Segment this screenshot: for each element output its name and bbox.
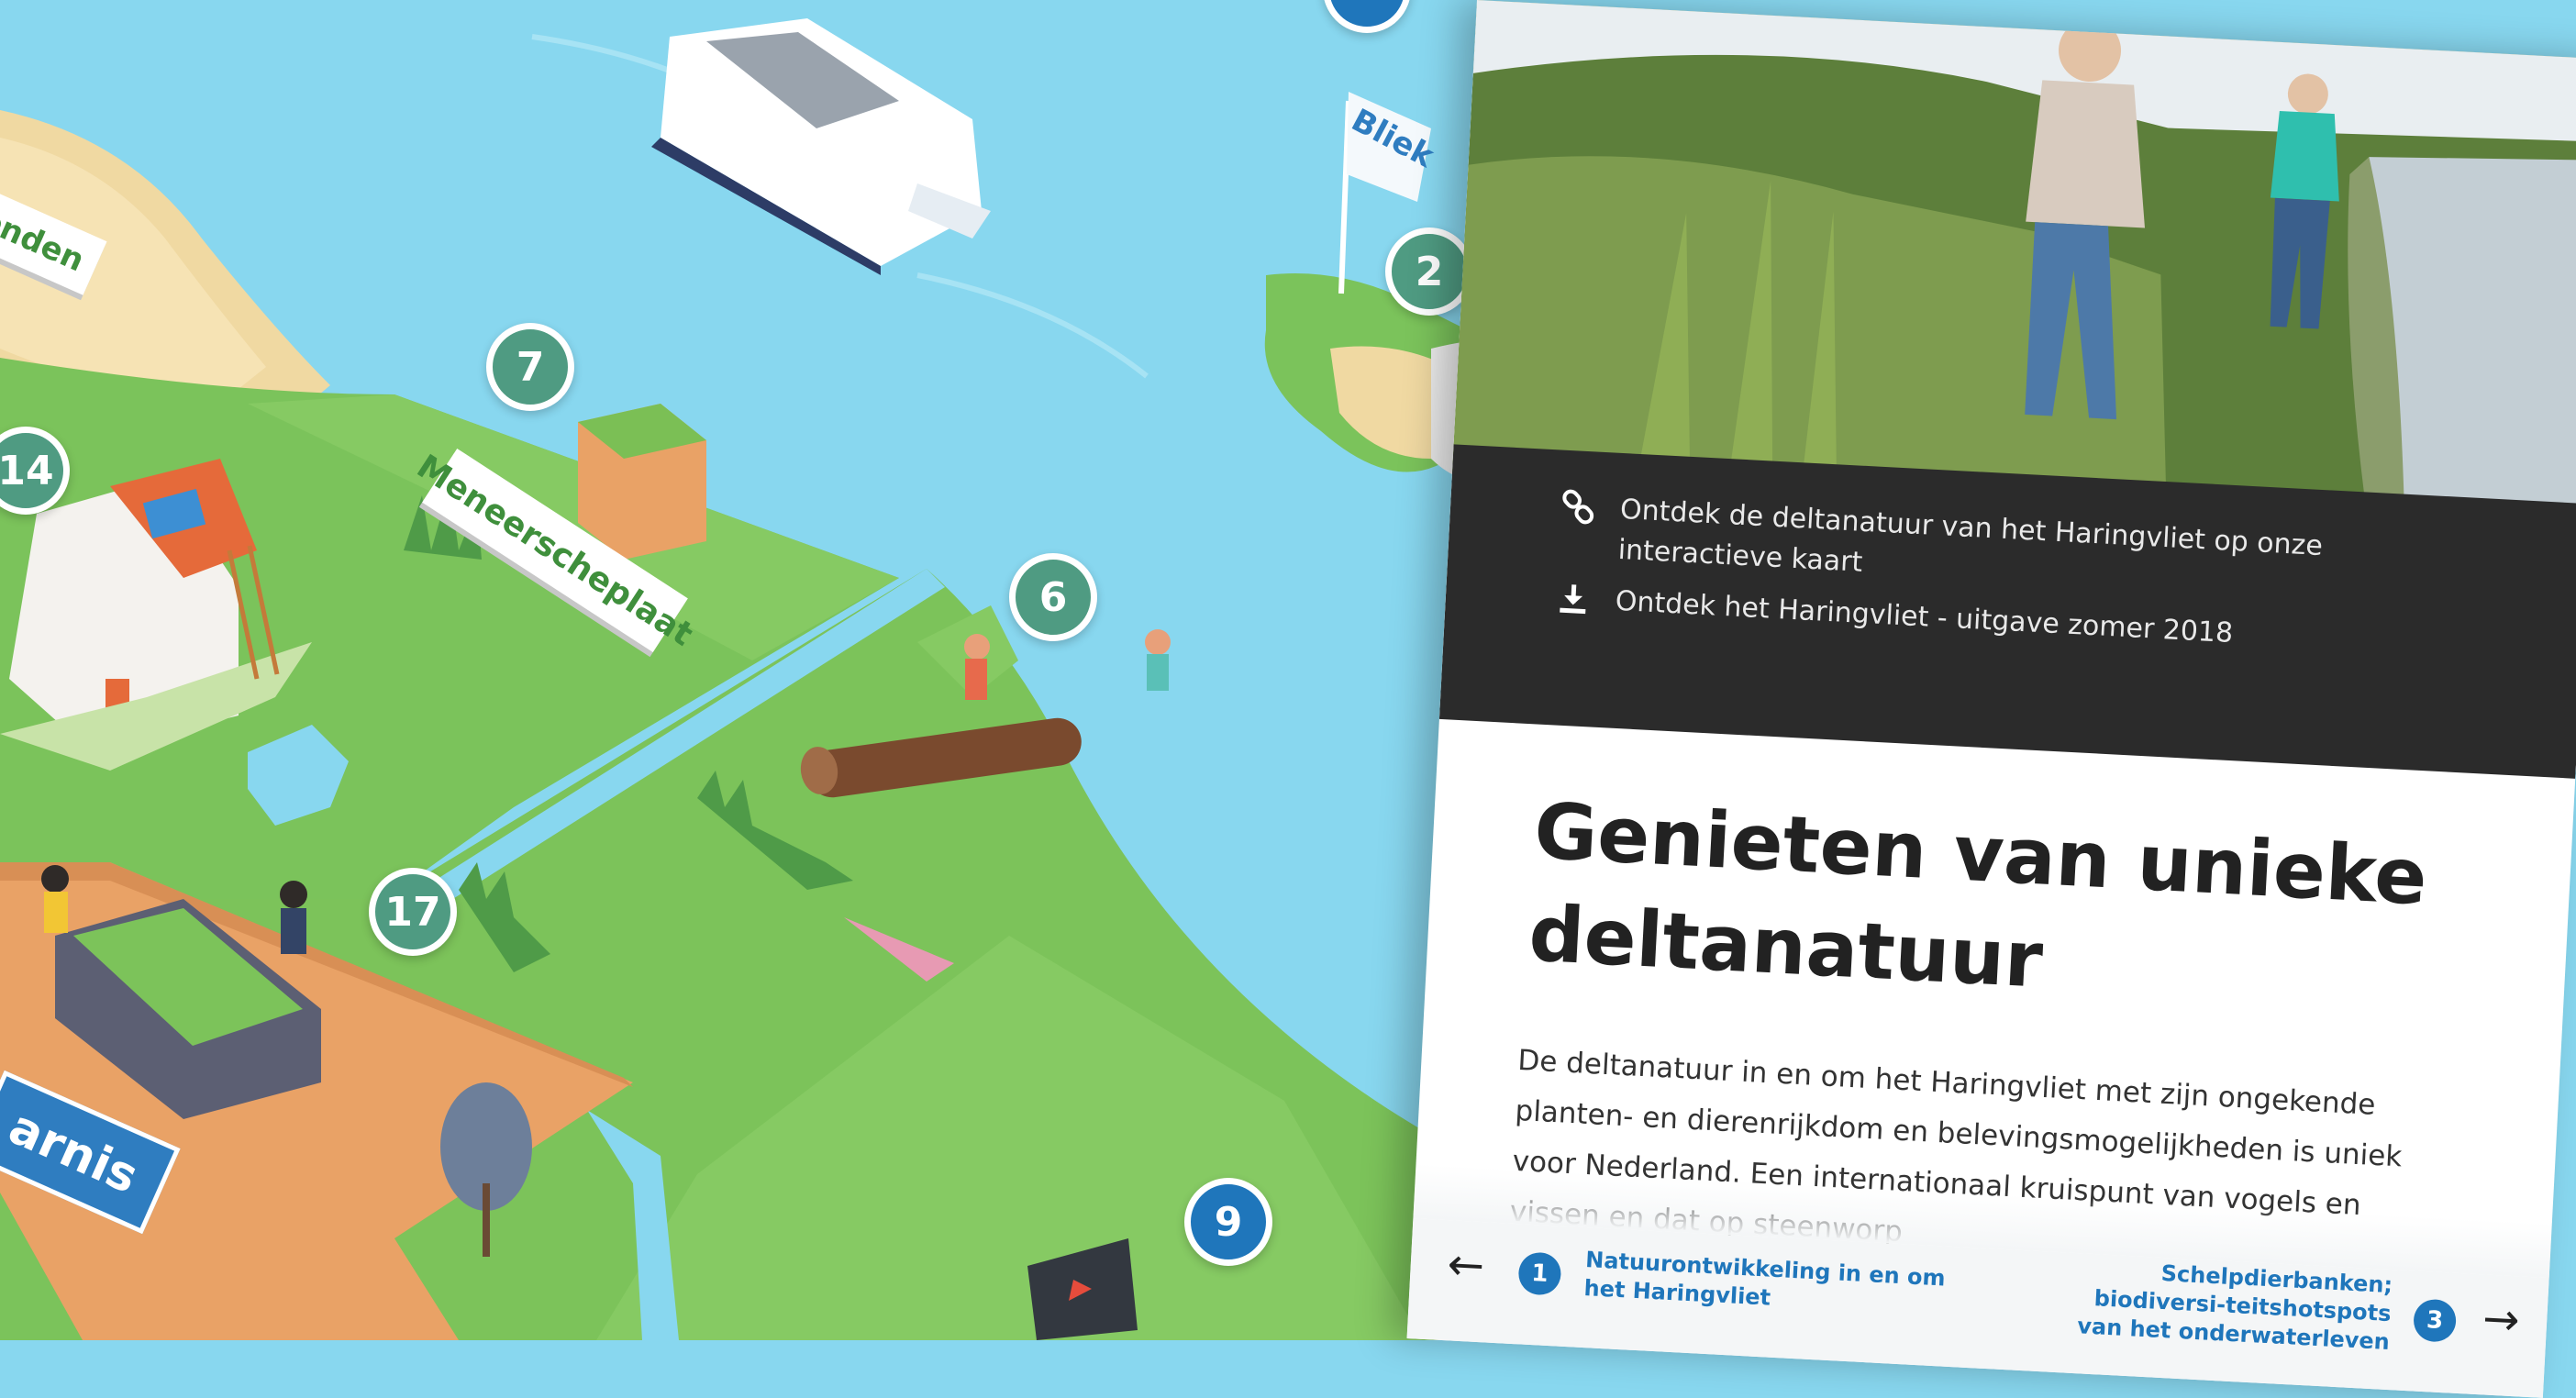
- map-marker-17[interactable]: 17: [369, 868, 457, 956]
- prev-chapter-link[interactable]: Natuurontwikkeling in en om het Haringvl…: [1583, 1246, 1971, 1323]
- next-chapter-number[interactable]: 3: [2412, 1298, 2458, 1343]
- link-icon: [1555, 486, 1601, 528]
- info-panel: Ontdek de deltanatuur van het Haringvlie…: [1406, 0, 2576, 1398]
- prev-chapter-number[interactable]: 1: [1517, 1251, 1562, 1296]
- arrow-left-icon[interactable]: ←: [1446, 1238, 1485, 1292]
- map-marker-6[interactable]: 6: [1009, 553, 1097, 641]
- resource-links: Ontdek de deltanatuur van het Haringvlie…: [1438, 444, 2576, 779]
- arrow-right-icon[interactable]: →: [2482, 1293, 2521, 1346]
- download-icon: [1550, 578, 1596, 620]
- map-illustration: [0, 0, 1541, 1340]
- interactive-map[interactable]: onden Meneerscheplaat arnis Bliek 7 14 2…: [0, 0, 1541, 1340]
- map-marker-9[interactable]: 9: [1184, 1178, 1272, 1266]
- map-marker-2[interactable]: 2: [1385, 227, 1473, 316]
- map-marker-7[interactable]: 7: [486, 323, 574, 411]
- next-chapter-link[interactable]: Schelpdierbanken; biodiversi-teitshotspo…: [2040, 1253, 2393, 1357]
- article-title: Genieten van unieke deltanatuur: [1527, 785, 2430, 1005]
